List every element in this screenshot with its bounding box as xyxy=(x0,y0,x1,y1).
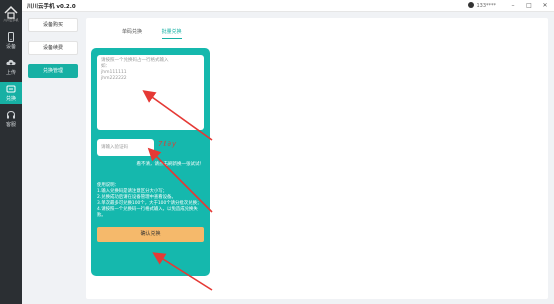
rail-item-support[interactable]: 客服 xyxy=(0,108,22,130)
sub-menu: 设备购买 设备续费 兑换管理 xyxy=(28,18,78,87)
rail-item-device[interactable]: 设备 xyxy=(0,30,22,52)
usage-instructions: 使用说明： 1.输入兑换码是请注意区分大小写； 2.兑换成功后请在设备管理中查看… xyxy=(97,183,202,218)
captcha-image[interactable]: 7ℓ∂y xyxy=(158,140,182,154)
captcha-input[interactable]: 请输入验证码 xyxy=(97,139,154,156)
minimize-icon[interactable]: – xyxy=(508,1,518,11)
sub-menu-buy-device[interactable]: 设备购买 xyxy=(28,18,78,32)
tab-batch-redeem[interactable]: 批量兑换 xyxy=(161,28,182,39)
user-info[interactable]: 133**** xyxy=(468,2,496,9)
sub-menu-renew-device[interactable]: 设备续费 xyxy=(28,41,78,55)
app-title: 川川云手机 v0.2.0 xyxy=(27,4,76,10)
content-panel: 单码兑换 批量兑换 请按照一个兑换码占一行格式输入 如： jhm111111 j… xyxy=(86,18,548,299)
batch-redeem-card: 请按照一个兑换码占一行格式输入 如： jhm111111 jhm222222 请… xyxy=(91,48,210,276)
logo-text: 川川云手机 xyxy=(3,18,19,22)
rail-item-label: 设备 xyxy=(5,44,16,50)
title-bar: 川川云手机 v0.2.0 133**** – □ ✕ xyxy=(22,0,554,12)
tab-single-redeem[interactable]: 单码兑换 xyxy=(122,28,142,38)
rail-item-upload[interactable]: 上传 xyxy=(0,56,22,78)
rail-item-label: 客服 xyxy=(5,122,16,128)
redeem-codes-textarea[interactable]: 请按照一个兑换码占一行格式输入 如： jhm111111 jhm222222 xyxy=(97,55,204,130)
rail-item-label: 兑换 xyxy=(5,96,16,102)
headset-icon xyxy=(7,110,15,119)
tab-bar: 单码兑换 批量兑换 xyxy=(122,28,200,39)
cloud-upload-icon xyxy=(6,59,16,67)
user-phone: 133**** xyxy=(476,3,496,9)
exchange-icon xyxy=(6,85,16,93)
maximize-icon[interactable]: □ xyxy=(524,1,534,11)
rail-item-exchange[interactable]: 兑换 xyxy=(0,82,22,104)
left-rail: 川川云手机 设备 上传 兑换 客服 xyxy=(0,0,22,304)
sub-menu-redeem-manage[interactable]: 兑换管理 xyxy=(28,64,78,78)
avatar-icon xyxy=(468,2,475,8)
confirm-redeem-button[interactable]: 确认兑换 xyxy=(97,227,204,242)
close-icon[interactable]: ✕ xyxy=(540,1,550,11)
rail-item-label: 上传 xyxy=(5,70,16,76)
phone-icon xyxy=(8,32,14,42)
captcha-refresh-link[interactable]: 看不清，请点击刷新换一张试试！ xyxy=(137,161,205,167)
